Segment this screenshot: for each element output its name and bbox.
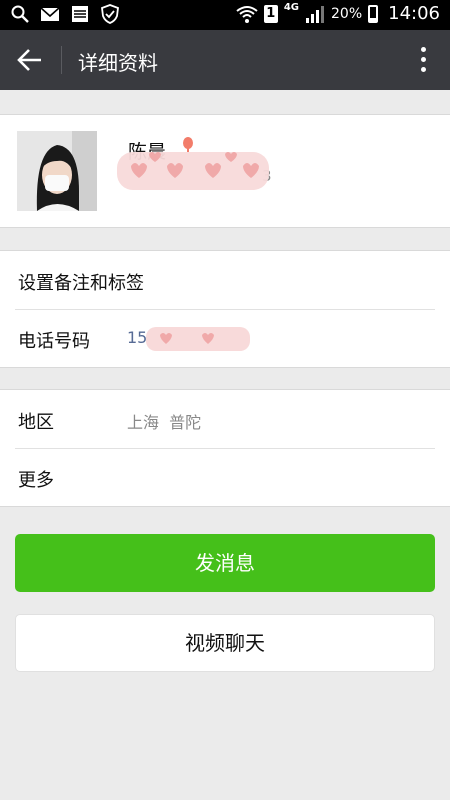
avatar[interactable] <box>17 131 97 211</box>
female-icon <box>183 137 193 152</box>
search-icon <box>11 5 29 23</box>
list-item-phone[interactable]: 电话号码 15 <box>0 309 450 367</box>
arrow-left-icon[interactable] <box>16 47 44 73</box>
wifi-icon <box>236 5 258 23</box>
video-chat-button[interactable]: 视频聊天 <box>15 614 435 672</box>
list-item-more[interactable]: 更多 <box>0 448 450 506</box>
signal-icon <box>306 5 324 23</box>
list-item-region: 地区 上海 普陀 <box>0 390 450 448</box>
sim-slot-badge: 1 <box>263 4 278 23</box>
contact-settings-group: 设置备注和标签 电话号码 15 <box>0 250 450 368</box>
header-bar: 详细资料 <box>0 30 450 90</box>
storage-icon <box>72 6 88 22</box>
remark-tags-label: 设置备注和标签 <box>18 273 144 294</box>
status-icons-right: 1 4G 20% 14:06 <box>236 2 440 24</box>
list-item-remark-tags[interactable]: 设置备注和标签 <box>0 251 450 309</box>
menu-dot <box>421 47 426 52</box>
status-bar: 1 4G 20% 14:06 <box>0 0 450 30</box>
phone-label: 电话号码 <box>18 331 90 352</box>
network-type: 4G <box>283 2 299 13</box>
region-label: 地区 <box>18 412 54 433</box>
page-title: 详细资料 <box>78 51 158 75</box>
region-value: 上海 普陀 <box>127 413 202 432</box>
redaction-mask <box>117 152 269 190</box>
battery-icon <box>368 4 379 23</box>
menu-dot <box>421 67 426 72</box>
header-divider <box>61 46 62 74</box>
status-icons-left <box>10 4 120 24</box>
menu-dot <box>421 57 426 62</box>
redaction-mask <box>146 327 250 351</box>
info-group: 地区 上海 普陀 更多 <box>0 389 450 507</box>
avatar-image <box>17 131 97 211</box>
send-message-button[interactable]: 发消息 <box>15 534 435 592</box>
more-label: 更多 <box>18 470 54 491</box>
battery-percent: 20% <box>331 5 363 22</box>
mail-icon <box>40 7 60 21</box>
clock: 14:06 <box>388 3 440 24</box>
shield-icon <box>101 4 119 24</box>
phone-value[interactable]: 15 <box>127 328 147 347</box>
more-vertical-icon[interactable] <box>418 45 430 75</box>
